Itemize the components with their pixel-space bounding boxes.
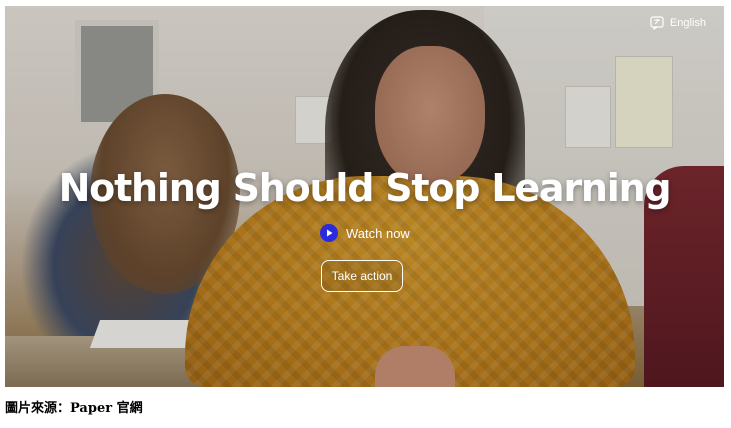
watch-now-label: Watch now [346,225,410,241]
language-label: English [669,17,706,29]
hero-banner: English Nothing Should Stop Learning Wat… [5,6,724,387]
watch-now-button[interactable]: Watch now [320,224,410,242]
language-selector[interactable]: English [650,16,706,31]
play-icon [320,224,338,242]
translate-icon [650,16,664,31]
take-action-button[interactable]: Take action [321,260,403,292]
hero-headline: Nothing Should Stop Learning [58,166,672,210]
image-caption: 圖片來源：Paper 官網 [5,401,143,416]
